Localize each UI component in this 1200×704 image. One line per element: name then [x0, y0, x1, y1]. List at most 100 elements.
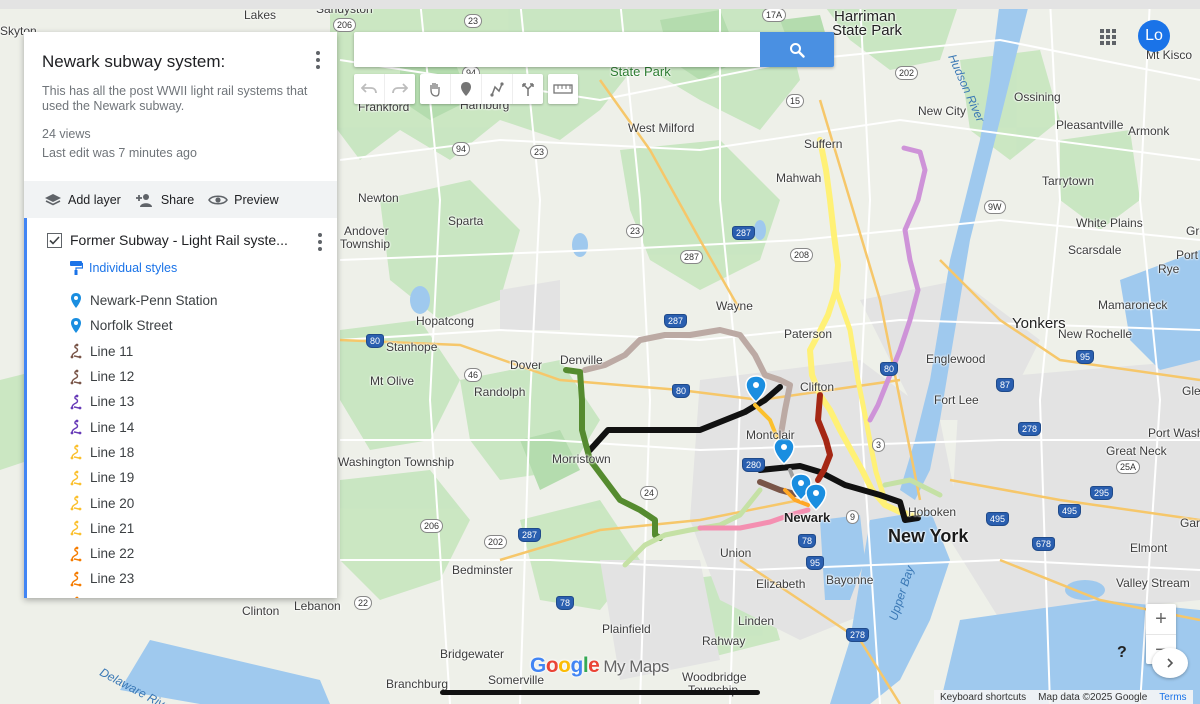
panel-header: Newark subway system: This has all the p…	[24, 32, 337, 175]
individual-styles-button[interactable]: Individual styles	[69, 260, 323, 276]
search-input[interactable]	[354, 32, 770, 67]
route-shield: 295	[1090, 486, 1114, 500]
legend-item-label: Line 22	[90, 546, 135, 562]
legend-item-label: Line 23	[90, 571, 135, 587]
route-shield: 15	[786, 94, 805, 108]
ruler-icon	[553, 84, 573, 94]
legend-item[interactable]: Line 12	[69, 364, 323, 389]
measure-button[interactable]	[548, 74, 578, 104]
pan-tool-button[interactable]	[420, 74, 451, 104]
route-shield: 678	[1032, 537, 1056, 551]
terms-link[interactable]: Terms	[1159, 692, 1186, 703]
route-shield: 202	[895, 66, 919, 80]
draw-line-button[interactable]	[482, 74, 513, 104]
legend-item[interactable]: Line 19	[69, 465, 323, 490]
browser-top-strip	[0, 0, 1200, 9]
legend-item-label: Line 13	[90, 394, 135, 410]
add-person-icon	[135, 193, 152, 207]
view-count: 24 views	[42, 127, 91, 141]
legend-item[interactable]: Norfolk Street	[69, 313, 323, 338]
line-icon	[69, 368, 83, 386]
directions-button[interactable]	[513, 74, 543, 104]
paint-roller-icon	[70, 261, 83, 275]
apps-grid-icon	[1100, 29, 1116, 45]
route-shield: 287	[680, 250, 704, 264]
legend-item[interactable]: Line 18	[69, 440, 323, 465]
line-icon	[69, 418, 83, 436]
last-edit-text: Last edit was 7 minutes ago	[42, 146, 197, 160]
map-pin-icon	[69, 292, 83, 310]
route-shield: 278	[846, 628, 870, 642]
zoom-in-button[interactable]: +	[1146, 604, 1176, 635]
route-shield: 80	[672, 384, 691, 398]
preview-button[interactable]: Preview	[208, 192, 279, 207]
user-avatar[interactable]: Lo	[1138, 20, 1170, 52]
map-options-menu-button[interactable]	[309, 48, 327, 72]
layer-options-menu-button[interactable]	[313, 230, 327, 254]
line-icon	[69, 570, 83, 588]
map-description[interactable]: This has all the post WWII light rail sy…	[42, 84, 319, 114]
route-shield: 95	[1076, 350, 1095, 364]
add-layer-label: Add layer	[68, 192, 121, 207]
legend-item[interactable]: Line 21	[69, 516, 323, 541]
map-legend-panel: Newark subway system: This has all the p…	[24, 32, 337, 598]
map-title[interactable]: Newark subway system:	[42, 52, 319, 72]
search-button[interactable]	[760, 32, 834, 67]
layers-icon	[45, 193, 61, 205]
keyboard-shortcuts-link[interactable]: Keyboard shortcuts	[940, 692, 1026, 703]
my-maps-label: My Maps	[603, 657, 669, 676]
route-shield: 3	[872, 438, 886, 452]
route-shield: 23	[530, 145, 549, 159]
expand-button[interactable]	[1152, 648, 1188, 678]
add-marker-button[interactable]	[451, 74, 482, 104]
dot-icon	[318, 240, 322, 244]
legend-item[interactable]: Line 20	[69, 490, 323, 515]
route-shield: 287	[732, 226, 756, 240]
map-data-text: Map data ©2025 Google	[1038, 691, 1148, 703]
apps-grid-button[interactable]	[1099, 28, 1117, 46]
dot-icon	[316, 58, 320, 62]
route-shield: 206	[333, 18, 357, 32]
route-shield: 9W	[984, 200, 1006, 214]
line-icon	[69, 443, 83, 461]
layer-name[interactable]: Former Subway - Light Rail syste...	[70, 232, 292, 248]
route-shield: 208	[790, 248, 814, 262]
layer-header: Former Subway - Light Rail syste...	[47, 232, 323, 251]
route-shield: 23	[464, 14, 483, 28]
legend-item[interactable]: Line 11	[69, 339, 323, 364]
redo-icon	[392, 83, 408, 94]
legend-item[interactable]: Line 13	[69, 389, 323, 414]
preview-label: Preview	[234, 192, 279, 207]
individual-styles-label: Individual styles	[89, 261, 178, 275]
dot-icon	[316, 51, 320, 55]
line-icon	[69, 393, 83, 411]
layer-section: Former Subway - Light Rail syste... Indi…	[24, 218, 337, 598]
route-shield: 25A	[1116, 460, 1141, 474]
legend-item-label: Line 21	[90, 520, 135, 536]
route-shield: 24	[640, 486, 659, 500]
share-button[interactable]: Share	[135, 193, 194, 207]
legend-item[interactable]: Newark-Penn Station	[69, 288, 323, 313]
line-icon	[69, 545, 83, 563]
panel-actions: Add layer Share Preview	[24, 181, 337, 218]
search-bar	[354, 32, 834, 67]
dot-icon	[318, 247, 322, 251]
help-button[interactable]: ?	[1117, 644, 1135, 662]
route-shield: 287	[664, 314, 688, 328]
map-app: Lakes Sandyston Harriman State Park Skyt…	[0, 0, 1200, 704]
layer-visibility-checkbox[interactable]	[47, 232, 62, 248]
eye-icon	[208, 194, 229, 205]
drawing-tools-group	[420, 74, 543, 104]
legend-item[interactable]: Line 23	[69, 566, 323, 591]
line-icon	[69, 342, 83, 360]
redo-button[interactable]	[385, 74, 415, 104]
route-shield: 287	[518, 528, 542, 542]
add-layer-button[interactable]: Add layer	[44, 193, 121, 207]
route-shield: 95	[806, 556, 825, 570]
legend-item[interactable]: Line 14	[69, 414, 323, 439]
undo-button[interactable]	[354, 74, 385, 104]
route-shield: 80	[366, 334, 385, 348]
legend-item[interactable]: Line 24	[69, 592, 323, 598]
legend-item-label: Newark-Penn Station	[90, 293, 218, 309]
legend-item[interactable]: Line 22	[69, 541, 323, 566]
